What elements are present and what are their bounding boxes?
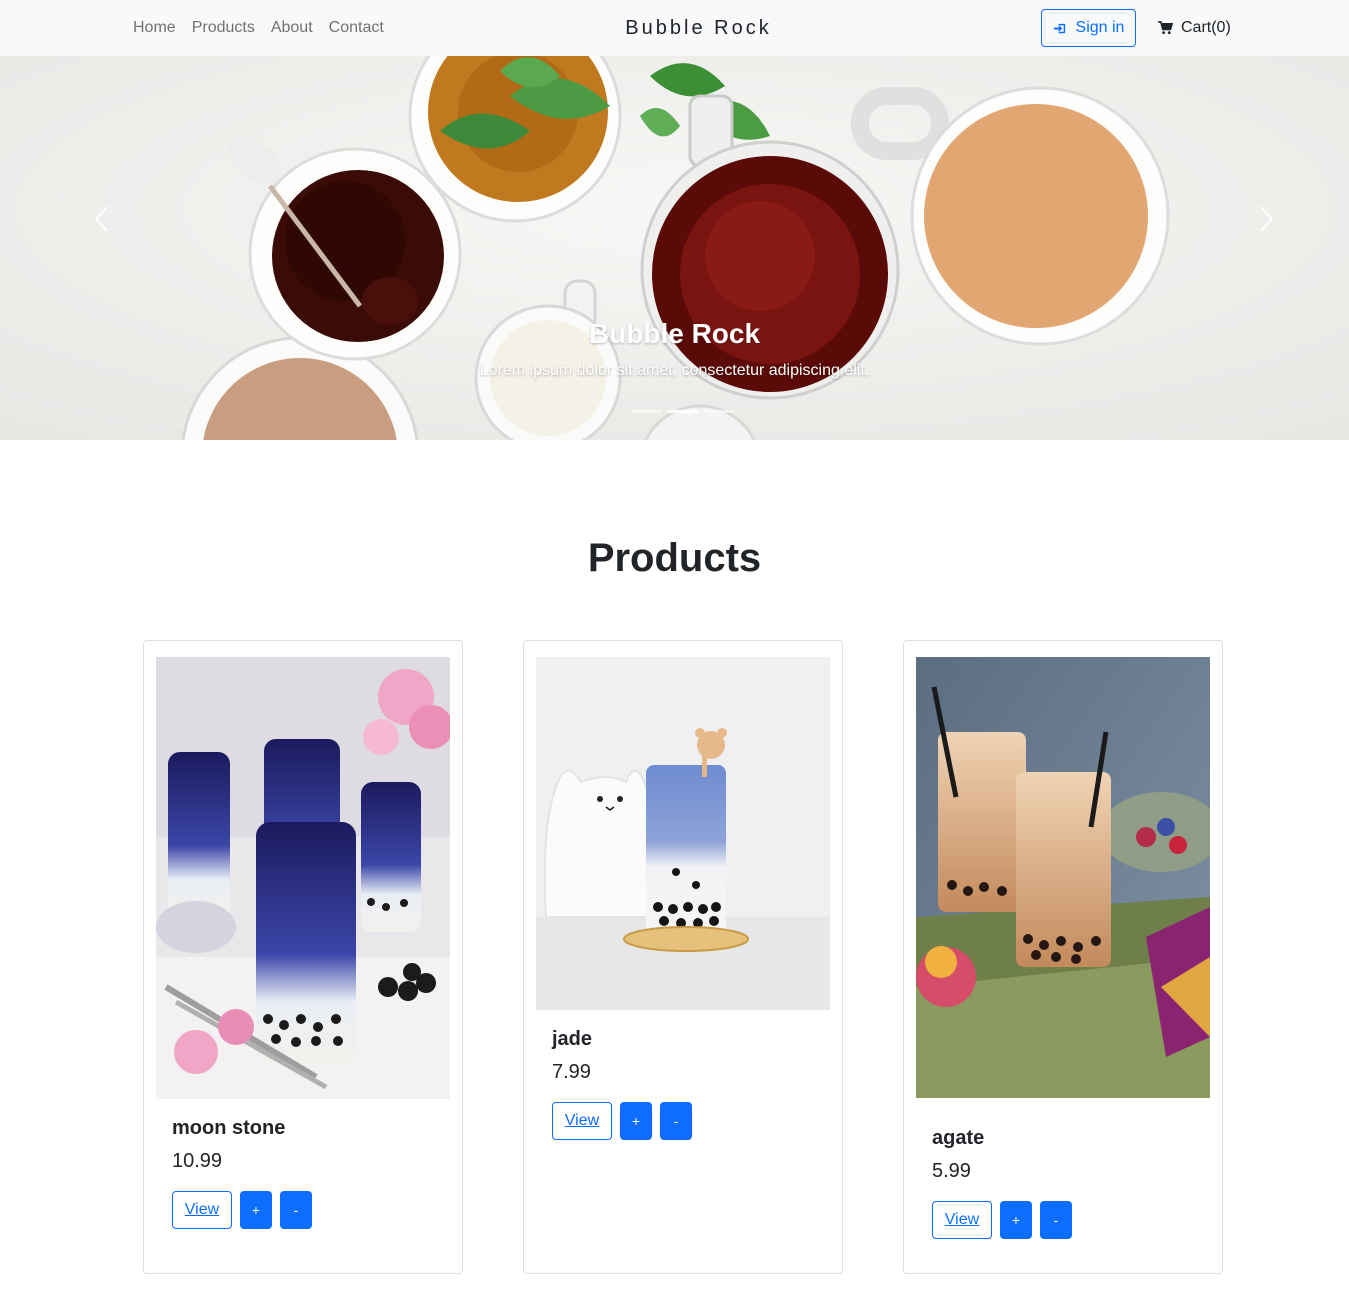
sign-in-icon [1053, 23, 1065, 33]
nav-links: Home Products About Contact [133, 0, 384, 56]
carousel-caption: Bubble Rock Lorem ipsum dolor sit amet, … [0, 318, 1349, 380]
decrease-quantity-button[interactable]: - [1040, 1201, 1072, 1239]
carousel-indicators [632, 410, 734, 413]
view-button[interactable]: View [552, 1102, 612, 1140]
cart-link[interactable]: Cart(0) [1158, 18, 1231, 38]
product-name: agate [932, 1127, 985, 1149]
product-price: 7.99 [552, 1061, 591, 1083]
decrease-quantity-button[interactable]: - [660, 1102, 692, 1140]
nav-link-contact[interactable]: Contact [329, 19, 384, 37]
carousel-indicator-1[interactable] [632, 410, 662, 413]
carousel-text: Lorem ipsum dolor sit amet, consectetur … [479, 362, 870, 379]
nav-link-products[interactable]: Products [192, 19, 255, 37]
jade-drink-photo [536, 657, 830, 1010]
product-card-body: agate 5.99 View + - [932, 1127, 1072, 1239]
sign-in-button[interactable]: Sign in [1041, 9, 1136, 47]
hero-carousel: Bubble Rock Lorem ipsum dolor sit amet, … [0, 56, 1349, 440]
brand-logo[interactable]: Bubble Rock [577, 17, 771, 40]
increase-quantity-button[interactable]: + [620, 1102, 652, 1140]
product-card-body: moon stone 10.99 View + - [172, 1117, 312, 1229]
product-card-moon-stone: moon stone 10.99 View + - [143, 640, 463, 1274]
product-price: 5.99 [932, 1160, 971, 1182]
carousel-next-icon[interactable] [1250, 204, 1280, 234]
carousel-title: Bubble Rock [588, 318, 761, 349]
navbar: Home Products About Contact Bubble Rock … [0, 0, 1349, 56]
products-heading: Products [587, 536, 762, 580]
increase-quantity-button[interactable]: + [240, 1191, 272, 1229]
increase-quantity-button[interactable]: + [1000, 1201, 1032, 1239]
product-actions: View + - [172, 1191, 312, 1229]
product-image[interactable] [536, 657, 830, 1010]
carousel-indicator-3[interactable] [704, 410, 734, 413]
carousel-indicator-2[interactable] [668, 410, 698, 413]
tea-cups-image [0, 56, 1349, 440]
view-button[interactable]: View [172, 1191, 232, 1229]
moon-stone-drink-photo [156, 657, 450, 1099]
nav-link-home[interactable]: Home [133, 19, 176, 37]
product-name: jade [552, 1028, 593, 1050]
cart-label: Cart(0) [1181, 19, 1231, 36]
product-price: 10.99 [172, 1150, 223, 1172]
view-button[interactable]: View [932, 1201, 992, 1239]
product-card-agate: agate 5.99 View + - [903, 640, 1223, 1274]
product-actions: View + - [932, 1201, 1072, 1239]
product-card-body: jade 7.99 View + - [552, 1028, 692, 1140]
agate-drink-photo [916, 657, 1210, 1098]
shopping-cart-icon [1158, 21, 1173, 35]
product-image[interactable] [916, 657, 1210, 1098]
product-actions: View + - [552, 1102, 692, 1140]
product-card-jade: jade 7.99 View + - [523, 640, 843, 1274]
sign-in-label: Sign in [1075, 19, 1125, 36]
product-name: moon stone [172, 1117, 286, 1139]
product-image[interactable] [156, 657, 450, 1099]
nav-link-about[interactable]: About [271, 19, 313, 37]
carousel-prev-icon[interactable] [88, 204, 118, 234]
decrease-quantity-button[interactable]: - [280, 1191, 312, 1229]
